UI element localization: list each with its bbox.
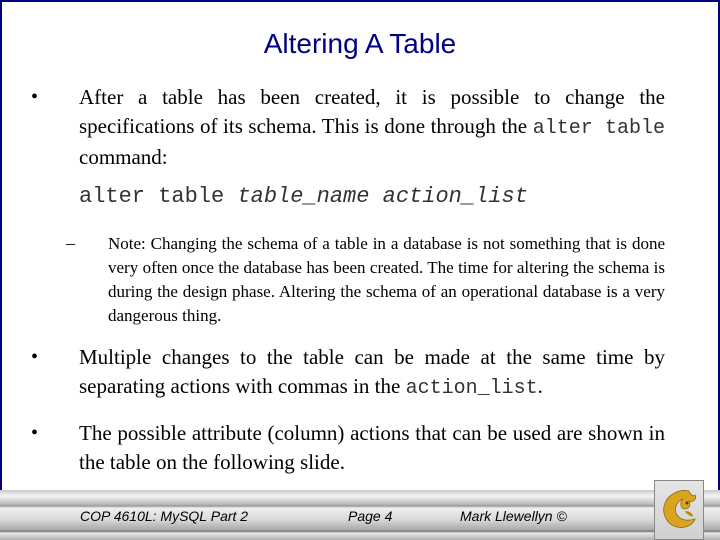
footer-page-number: Page 4 bbox=[348, 508, 393, 524]
dash-bullet-icon: – bbox=[66, 233, 75, 253]
footer-author: Mark Llewellyn © bbox=[460, 508, 567, 524]
syntax-space bbox=[369, 184, 382, 209]
syntax-action-list: action_list bbox=[382, 184, 528, 209]
bullet-text-2-before: Multiple changes to the table can be mad… bbox=[79, 345, 665, 398]
slide: Altering A Table • After a table has bee… bbox=[0, 0, 720, 540]
syntax-table-name: table_name bbox=[237, 184, 370, 209]
bullet-icon: • bbox=[31, 86, 39, 108]
bullet-text-2: Multiple changes to the table can be mad… bbox=[79, 343, 665, 403]
logo-box bbox=[654, 480, 704, 540]
bullet-icon: • bbox=[31, 422, 39, 444]
bullet-text-3: The possible attribute (column) actions … bbox=[79, 421, 665, 474]
bullet-text-1-after: command: bbox=[79, 145, 168, 169]
footer-course: COP 4610L: MySQL Part 2 bbox=[80, 508, 249, 524]
inline-code-action-list: action_list bbox=[405, 377, 538, 400]
inline-code-alter-table: alter table bbox=[532, 117, 666, 140]
bullet-text-1: After a table has been created, it is po… bbox=[79, 83, 665, 172]
bullet-icon: • bbox=[31, 346, 39, 368]
syntax-line: alter table table_name action_list bbox=[79, 184, 528, 209]
syntax-keyword: alter table bbox=[79, 184, 238, 209]
note-text: Note: Changing the schema of a table in … bbox=[108, 234, 665, 325]
ucf-pegasus-logo-icon bbox=[663, 490, 696, 528]
bullet-text-2-after: . bbox=[537, 374, 543, 398]
slide-title: Altering A Table bbox=[263, 28, 457, 59]
